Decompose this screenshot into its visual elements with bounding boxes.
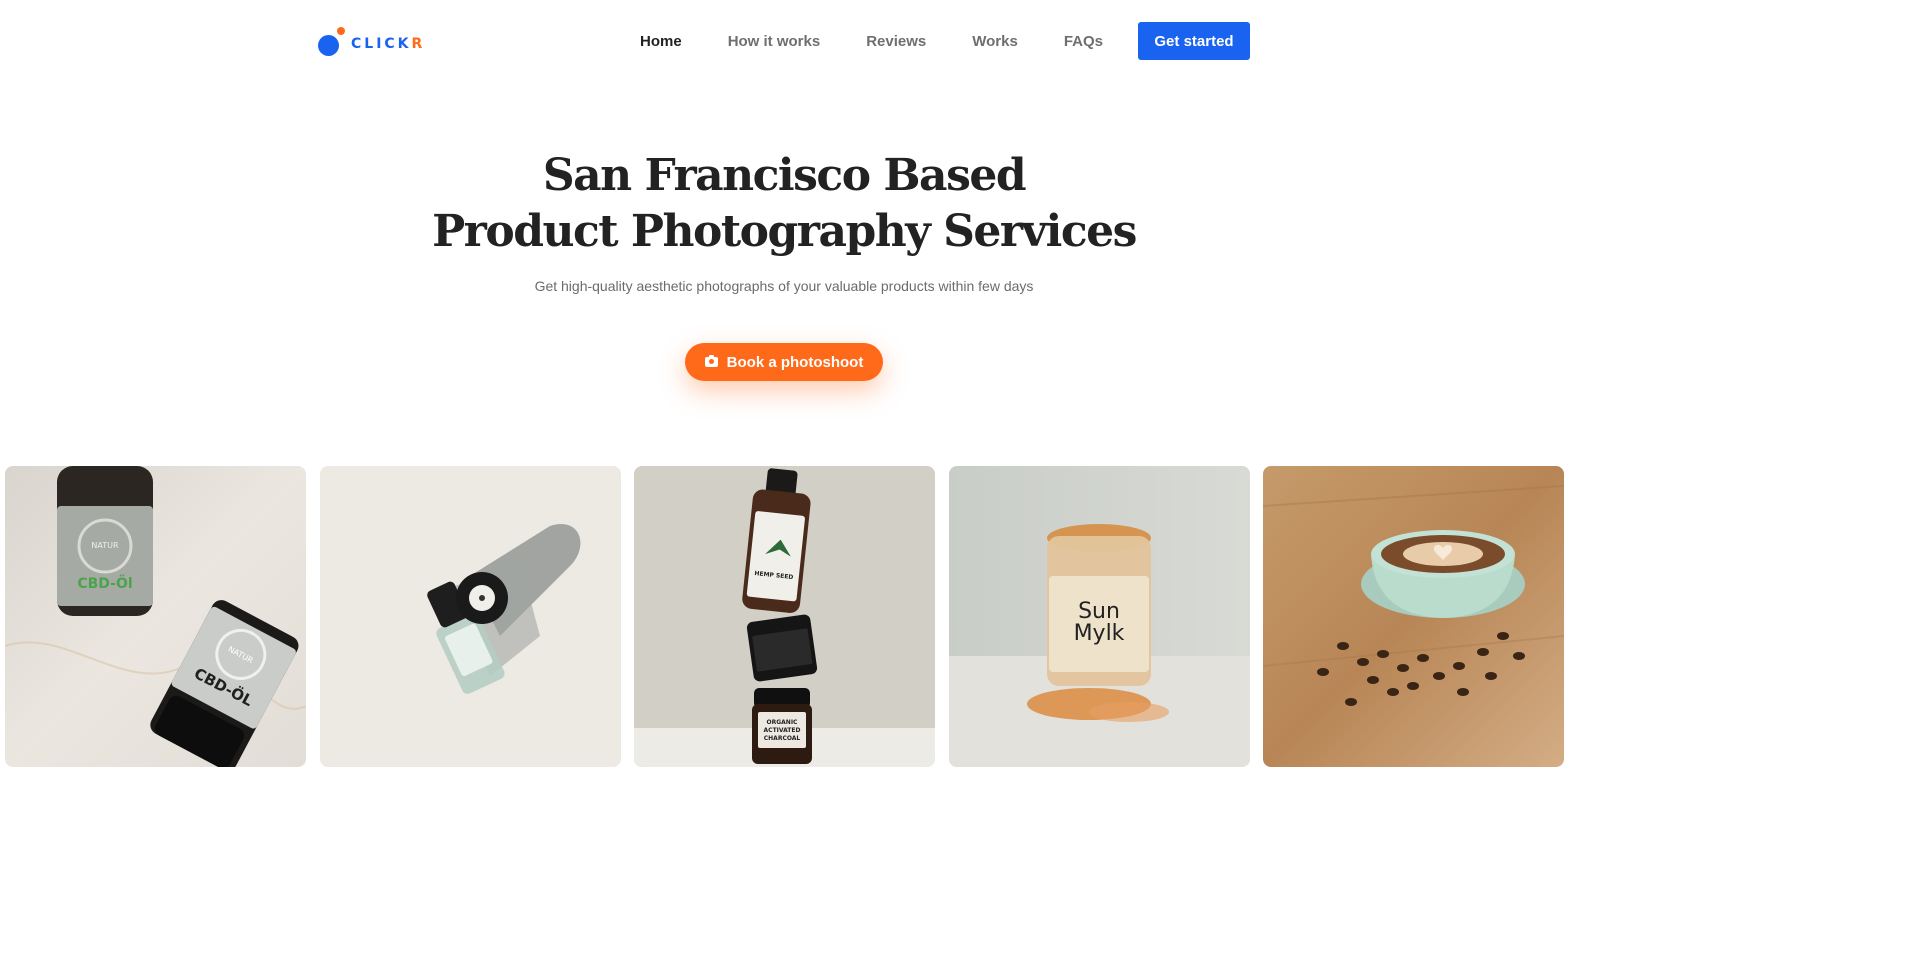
gallery-photo-stacked-jars[interactable]: HEMP SEED ORGANIC ACTIVATED CHARCOAL [634, 466, 935, 767]
svg-text:ACTIVATED: ACTIVATED [764, 727, 801, 734]
svg-text:Mylk: Mylk [1073, 621, 1124, 646]
gallery-photo-dropper-jar[interactable] [319, 466, 621, 767]
gallery-photo-cbd-oil[interactable]: NATUR CBD-Öl NATUR CBD-ÖL [5, 466, 306, 767]
logo-text: CLICKR [351, 36, 426, 52]
gallery-photo-latte[interactable] [1263, 466, 1564, 767]
main-menu: Home How it works Reviews Works FAQs [640, 33, 1103, 50]
book-photoshoot-label: Book a photoshoot [726, 353, 864, 371]
nav-item-faqs[interactable]: FAQs [1064, 33, 1103, 50]
nav-item-works[interactable]: Works [972, 33, 1018, 50]
svg-text:NATUR: NATUR [91, 541, 119, 550]
brand-logo[interactable]: CLICKR [318, 27, 425, 57]
book-photoshoot-button[interactable]: Book a photoshoot [685, 343, 883, 381]
page-title-line-1: San Francisco Based [542, 150, 1027, 201]
top-nav: CLICKR Home How it works Reviews Works F… [0, 0, 1568, 82]
gallery-photo-sun-mylk[interactable]: Sun Mylk [948, 466, 1250, 767]
svg-text:CBD-Öl: CBD-Öl [77, 574, 132, 592]
page-title-line-2: Product Photography Services [432, 206, 1137, 257]
camera-icon [704, 355, 718, 367]
page-title: San Francisco Based Product Photography … [0, 148, 1568, 260]
logo-mark-icon [318, 27, 345, 57]
hero-subtitle: Get high-quality aesthetic photographs o… [534, 278, 1034, 294]
svg-text:CHARCOAL: CHARCOAL [764, 735, 801, 742]
get-started-button[interactable]: Get started [1138, 22, 1250, 60]
nav-item-reviews[interactable]: Reviews [866, 33, 926, 50]
svg-text:ORGANIC: ORGANIC [767, 719, 799, 726]
nav-item-home[interactable]: Home [640, 33, 682, 50]
photo-gallery: NATUR CBD-Öl NATUR CBD-ÖL HEMP SEED ORGA… [5, 466, 1564, 767]
nav-item-how-it-works[interactable]: How it works [728, 33, 821, 50]
